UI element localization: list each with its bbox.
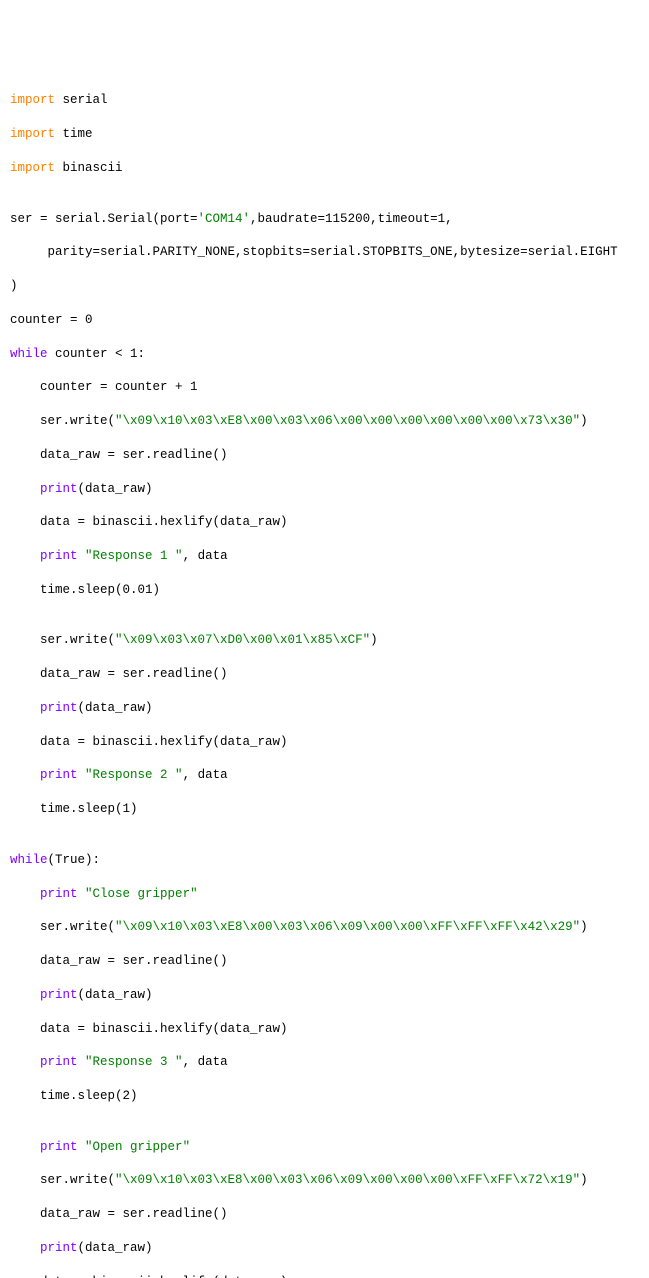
code-line: print "Open gripper" (10, 1139, 639, 1156)
code-line: data_raw = ser.readline() (10, 1206, 639, 1223)
keyword-print: print (40, 887, 78, 901)
code-block: import serial import time import binasci… (10, 76, 639, 1278)
string-literal: "Close gripper" (85, 887, 198, 901)
code-line: counter = 0 (10, 312, 639, 329)
code-text: (data_raw) (78, 482, 153, 496)
string-literal: "\x09\x10\x03\xE8\x00\x03\x06\x09\x00\x0… (115, 1173, 580, 1187)
code-line: parity=serial.PARITY_NONE,stopbits=seria… (10, 244, 639, 261)
keyword-print: print (40, 988, 78, 1002)
code-text: ser.write( (10, 920, 115, 934)
indent (10, 988, 40, 1002)
code-line: time.sleep(1) (10, 801, 639, 818)
code-line: print(data_raw) (10, 1240, 639, 1257)
code-text: (data_raw) (78, 701, 153, 715)
code-line: ser.write("\x09\x10\x03\xE8\x00\x03\x06\… (10, 413, 639, 430)
code-line: data_raw = ser.readline() (10, 447, 639, 464)
code-text: ) (370, 633, 378, 647)
code-line: data = binascii.hexlify(data_raw) (10, 734, 639, 751)
indent (10, 701, 40, 715)
keyword-import: import (10, 161, 55, 175)
code-line: ser.write("\x09\x10\x03\xE8\x00\x03\x06\… (10, 919, 639, 936)
code-line: import binascii (10, 160, 639, 177)
code-line: print "Response 1 ", data (10, 548, 639, 565)
code-line: while(True): (10, 852, 639, 869)
code-line: ser.write("\x09\x03\x07\xD0\x00\x01\x85\… (10, 632, 639, 649)
space (78, 887, 86, 901)
code-text: (data_raw) (78, 1241, 153, 1255)
code-text: counter < 1: (48, 347, 146, 361)
code-line: print "Response 2 ", data (10, 767, 639, 784)
keyword-print: print (40, 1055, 78, 1069)
code-text: ) (580, 414, 588, 428)
string-literal: "Response 2 " (85, 768, 183, 782)
code-line: ) (10, 278, 639, 295)
space (78, 768, 86, 782)
code-line: print "Close gripper" (10, 886, 639, 903)
code-text: (True): (48, 853, 101, 867)
indent (10, 768, 40, 782)
indent (10, 482, 40, 496)
code-text: (data_raw) (78, 988, 153, 1002)
module-name: binascii (55, 161, 123, 175)
string-literal: 'COM14' (198, 212, 251, 226)
indent (10, 1140, 40, 1154)
code-line: data = binascii.hexlify(data_raw) (10, 514, 639, 531)
code-line: counter = counter + 1 (10, 379, 639, 396)
code-line: data_raw = ser.readline() (10, 666, 639, 683)
code-line: print "Response 3 ", data (10, 1054, 639, 1071)
string-literal: "\x09\x03\x07\xD0\x00\x01\x85\xCF" (115, 633, 370, 647)
code-text: ser.write( (10, 633, 115, 647)
space (78, 549, 86, 563)
indent (10, 887, 40, 901)
space (78, 1140, 86, 1154)
indent (10, 549, 40, 563)
keyword-import: import (10, 93, 55, 107)
code-text: ,baudrate=115200,timeout=1, (250, 212, 453, 226)
module-name: serial (55, 93, 108, 107)
code-line: print(data_raw) (10, 700, 639, 717)
keyword-while: while (10, 853, 48, 867)
keyword-print: print (40, 549, 78, 563)
string-literal: "\x09\x10\x03\xE8\x00\x03\x06\x00\x00\x0… (115, 414, 580, 428)
keyword-import: import (10, 127, 55, 141)
keyword-while: while (10, 347, 48, 361)
space (78, 1055, 86, 1069)
keyword-print: print (40, 1241, 78, 1255)
code-text: ) (580, 920, 588, 934)
code-line: time.sleep(0.01) (10, 582, 639, 599)
code-line: while counter < 1: (10, 346, 639, 363)
code-text: ser.write( (10, 414, 115, 428)
code-line: import serial (10, 92, 639, 109)
module-name: time (55, 127, 93, 141)
keyword-print: print (40, 482, 78, 496)
code-text: ser = serial.Serial(port= (10, 212, 198, 226)
indent (10, 1055, 40, 1069)
code-line: data_raw = ser.readline() (10, 953, 639, 970)
code-line: ser = serial.Serial(port='COM14',baudrat… (10, 211, 639, 228)
code-text: , data (183, 768, 228, 782)
code-text: , data (183, 549, 228, 563)
code-line: data = binascii.hexlify(data_raw) (10, 1021, 639, 1038)
string-literal: "\x09\x10\x03\xE8\x00\x03\x06\x09\x00\x0… (115, 920, 580, 934)
indent (10, 1241, 40, 1255)
code-line: import time (10, 126, 639, 143)
keyword-print: print (40, 1140, 78, 1154)
code-text: ser.write( (10, 1173, 115, 1187)
code-line: print(data_raw) (10, 987, 639, 1004)
string-literal: "Open gripper" (85, 1140, 190, 1154)
string-literal: "Response 3 " (85, 1055, 183, 1069)
code-text: , data (183, 1055, 228, 1069)
code-line: print(data_raw) (10, 481, 639, 498)
code-line: ser.write("\x09\x10\x03\xE8\x00\x03\x06\… (10, 1172, 639, 1189)
keyword-print: print (40, 768, 78, 782)
string-literal: "Response 1 " (85, 549, 183, 563)
keyword-print: print (40, 701, 78, 715)
code-line: time.sleep(2) (10, 1088, 639, 1105)
code-text: ) (580, 1173, 588, 1187)
code-line: data = binascii.hexlify(data_raw) (10, 1274, 639, 1278)
